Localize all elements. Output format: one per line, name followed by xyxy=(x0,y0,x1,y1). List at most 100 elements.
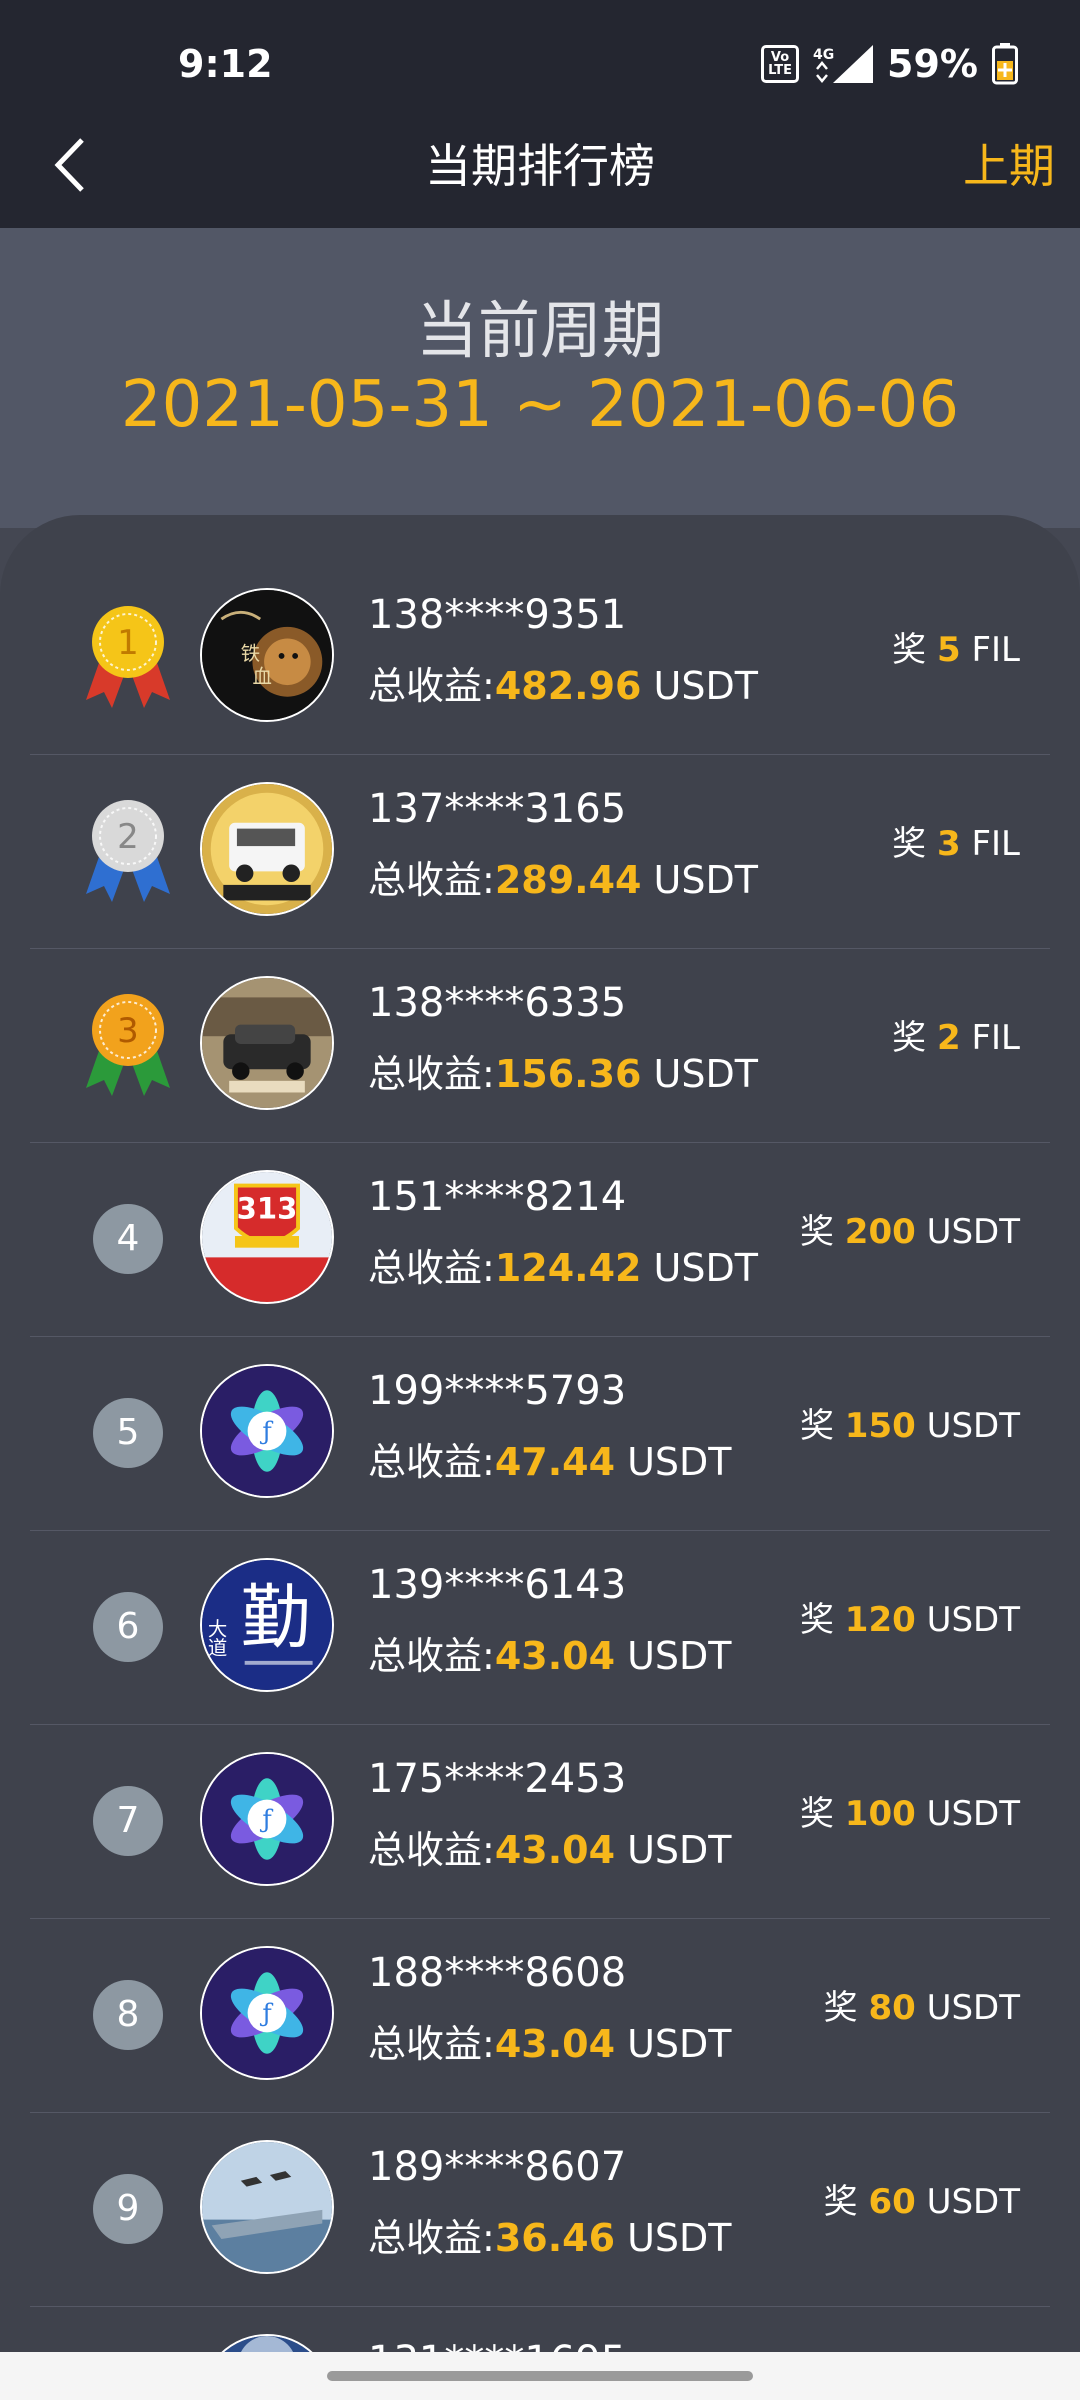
total-earnings: 总收益:482.96 USDT xyxy=(368,655,758,710)
leaderboard-row[interactable]: 4 313 151****8214 总收益:124.42 USDT 奖 200 … xyxy=(30,1142,1050,1337)
user-phone: 137****3165 xyxy=(368,786,627,832)
user-phone: 189****8607 xyxy=(368,2144,627,2190)
leaderboard-row[interactable]: 9 189****8607 总收益:36.46 USDT 奖 60 USDT xyxy=(30,2112,1050,2307)
page-title: 当期排行榜 xyxy=(425,139,655,193)
medal-icon: 2 xyxy=(86,800,170,902)
earnings-unit: USDT xyxy=(653,858,758,902)
leaderboard-row[interactable]: 8 ƒ 188****8608 总收益:43.04 USDT 奖 80 USDT xyxy=(30,1918,1050,2113)
earnings-value: 43.04 xyxy=(494,2022,616,2066)
user-avatar[interactable]: 313 xyxy=(200,1170,334,1304)
user-avatar[interactable]: 勤 大道 xyxy=(200,1558,334,1692)
network-type-label: 4G xyxy=(813,47,834,63)
earnings-value: 482.96 xyxy=(494,664,642,708)
rank-badge: 4 xyxy=(93,1204,163,1274)
svg-text:ƒ: ƒ xyxy=(259,1999,273,2028)
earnings-label: 总收益: xyxy=(368,1828,495,1872)
leaderboard-row[interactable]: 2 137****3165 总收益:289.44 USDT 奖 3 FIL xyxy=(30,754,1050,949)
battery-icon xyxy=(992,43,1018,85)
prize-amount: 3 xyxy=(936,824,961,864)
previous-period-button[interactable]: 上期 xyxy=(963,130,1055,196)
leaderboard-row[interactable]: 3 138****6335 总收益:156.36 USDT 奖 2 FIL xyxy=(30,948,1050,1143)
earnings-label: 总收益: xyxy=(368,2216,495,2260)
earnings-label: 总收益: xyxy=(368,1634,495,1678)
rank-badge: 6 xyxy=(93,1592,163,1662)
prize-amount: 5 xyxy=(936,630,961,670)
battery-percent: 59% xyxy=(887,42,978,86)
prize-unit: USDT xyxy=(926,1600,1020,1640)
earnings-unit: USDT xyxy=(627,2216,732,2260)
prize-unit: USDT xyxy=(926,1212,1020,1252)
prize: 奖 3 FIL xyxy=(892,816,1020,865)
prize-unit: USDT xyxy=(926,1794,1020,1834)
prize: 奖 120 USDT xyxy=(800,1592,1020,1641)
svg-text:ƒ: ƒ xyxy=(259,1417,273,1446)
volte-icon: Vo LTE xyxy=(761,45,800,83)
avatar-car-image xyxy=(202,978,332,1108)
earnings-value: 47.44 xyxy=(494,1440,616,1484)
status-time: 9:12 xyxy=(178,42,273,86)
prize-unit: FIL xyxy=(971,824,1020,864)
earnings-value: 43.04 xyxy=(494,1634,616,1678)
prize-amount: 60 xyxy=(868,2182,916,2222)
prize-label: 奖 xyxy=(799,1406,834,1446)
prize-amount: 150 xyxy=(844,1406,916,1446)
user-avatar[interactable]: ƒ xyxy=(200,1946,334,2080)
total-earnings: 总收益:36.46 USDT xyxy=(368,2207,732,2262)
avatar-lion-image: 铁 血 xyxy=(202,590,332,720)
prize-unit: USDT xyxy=(926,1406,1020,1446)
avatar-filecoin-image: ƒ xyxy=(202,1754,332,1884)
status-icons: Vo LTE 4G 59% xyxy=(761,42,1018,86)
avatar-calligraphy-side: 大道 xyxy=(204,1618,227,1657)
earnings-label: 总收益: xyxy=(368,664,495,708)
earnings-unit: USDT xyxy=(627,1634,732,1678)
user-phone: 138****6335 xyxy=(368,980,627,1026)
user-avatar[interactable] xyxy=(200,782,334,916)
user-phone: 139****6143 xyxy=(368,1562,627,1608)
prize-amount: 80 xyxy=(868,1988,916,2028)
earnings-unit: USDT xyxy=(627,1440,732,1484)
medal-rank-label: 3 xyxy=(117,1011,139,1051)
earnings-label: 总收益: xyxy=(368,1052,495,1096)
avatar-filecoin-image: ƒ xyxy=(202,1948,332,2078)
avatar-filecoin-image: ƒ xyxy=(202,1366,332,1496)
user-phone: 138****9351 xyxy=(368,592,627,638)
avatar-text-2: 血 xyxy=(252,665,271,688)
user-phone: 151****8214 xyxy=(368,1174,627,1220)
total-earnings: 总收益:289.44 USDT xyxy=(368,849,758,904)
prize-amount: 120 xyxy=(844,1600,916,1640)
user-avatar[interactable]: ƒ xyxy=(200,1364,334,1498)
avatar-text-1: 铁 xyxy=(241,642,260,665)
user-avatar[interactable]: 铁 血 xyxy=(200,588,334,722)
leaderboard-row[interactable]: 5 ƒ 199****5793 总收益:47.44 USDT 奖 150 USD… xyxy=(30,1336,1050,1531)
prize-label: 奖 xyxy=(799,1212,834,1252)
user-phone: 199****5793 xyxy=(368,1368,627,1414)
total-earnings: 总收益:43.04 USDT xyxy=(368,2013,732,2068)
leaderboard-row[interactable]: 6 勤 大道 139****6143 总收益:43.04 USDT 奖 120 … xyxy=(30,1530,1050,1725)
user-avatar[interactable]: ƒ xyxy=(200,1752,334,1886)
avatar-badge-text: 313 xyxy=(237,1192,298,1226)
earnings-unit: USDT xyxy=(653,1246,758,1290)
earnings-value: 43.04 xyxy=(494,1828,616,1872)
total-earnings: 总收益:124.42 USDT xyxy=(368,1237,758,1292)
prize-amount: 2 xyxy=(936,1018,961,1058)
prize-label: 奖 xyxy=(823,1988,858,2028)
prize-label: 奖 xyxy=(799,1794,834,1834)
leaderboard-row[interactable]: 7 ƒ 175****2453 总收益:43.04 USDT 奖 100 USD… xyxy=(30,1724,1050,1919)
earnings-value: 156.36 xyxy=(494,1052,642,1096)
rank-badge: 8 xyxy=(93,1980,163,2050)
svg-text:ƒ: ƒ xyxy=(259,1805,273,1834)
prize-amount: 100 xyxy=(844,1794,916,1834)
period-title: 当前周期 xyxy=(415,294,664,367)
rank-badge: 5 xyxy=(93,1398,163,1468)
medal-rank-label: 2 xyxy=(117,817,139,857)
earnings-unit: USDT xyxy=(627,1828,732,1872)
home-indicator[interactable] xyxy=(327,2371,753,2381)
leaderboard-row[interactable]: 1 铁 血 138****9351 总收益:482.96 USDT 奖 5 FI… xyxy=(30,560,1050,755)
user-avatar[interactable] xyxy=(200,976,334,1110)
prize: 奖 80 USDT xyxy=(824,1980,1020,2029)
prize-label: 奖 xyxy=(799,1600,834,1640)
nav-bar: 当期排行榜 上期 xyxy=(0,100,1080,228)
user-avatar[interactable] xyxy=(200,2140,334,2274)
avatar-carrier-image xyxy=(202,2142,332,2272)
prize-amount: 200 xyxy=(844,1212,916,1252)
